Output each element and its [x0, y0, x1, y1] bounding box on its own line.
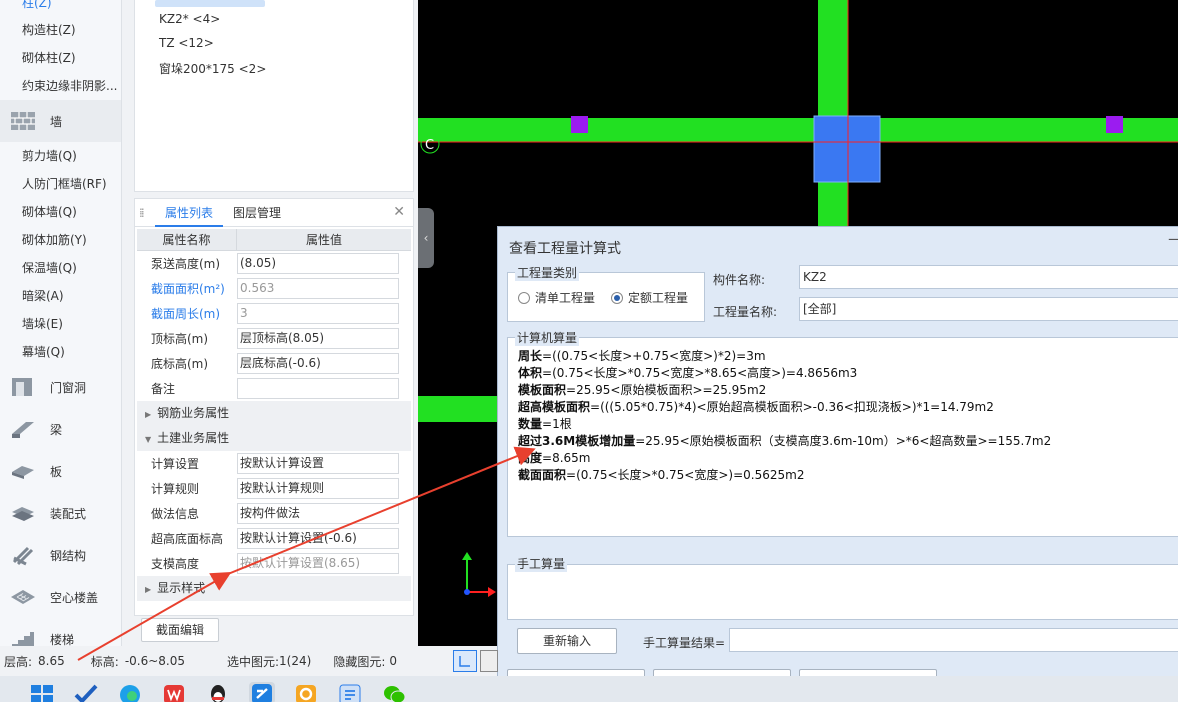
app-window: 柱(Z) 构造柱(Z) 砌体柱(Z) 约束边缘非阴影... 墙 剪力墙(Q) 人…: [0, 0, 1178, 702]
elevation-label: 标高:: [90, 654, 119, 669]
qq-penguin-icon[interactable]: [205, 682, 231, 702]
annotation-arrow: [227, 446, 536, 575]
annotation-overlay: [77, 446, 536, 661]
windows-start-icon[interactable]: [29, 682, 55, 702]
edge-browser-icon[interactable]: [117, 682, 143, 702]
os-taskbar: [0, 676, 1178, 702]
dictionary-app-icon[interactable]: [337, 682, 363, 702]
wps-icon[interactable]: [161, 682, 187, 702]
glodon-app-icon[interactable]: [249, 682, 275, 702]
hidden-label: 隐藏图元:: [333, 654, 386, 669]
snap-mode-button[interactable]: [453, 650, 477, 672]
floor-height-value: 8.65: [38, 654, 65, 668]
elevation-value: -0.6~8.05: [124, 654, 185, 668]
view-mode-button[interactable]: [480, 650, 498, 672]
status-bar: 层高: 8.65 标高: -0.6~8.05 选中图元: 1(24) 隐藏图元:…: [0, 648, 500, 674]
wechat-icon[interactable]: [381, 682, 407, 702]
selected-label: 选中图元:: [227, 654, 280, 669]
cloud-app-icon[interactable]: [293, 682, 319, 702]
floor-height-label: 层高:: [4, 654, 33, 669]
task-check-icon[interactable]: [73, 682, 99, 702]
hidden-value: 0: [389, 654, 398, 668]
selected-value: 1(24): [279, 654, 312, 668]
